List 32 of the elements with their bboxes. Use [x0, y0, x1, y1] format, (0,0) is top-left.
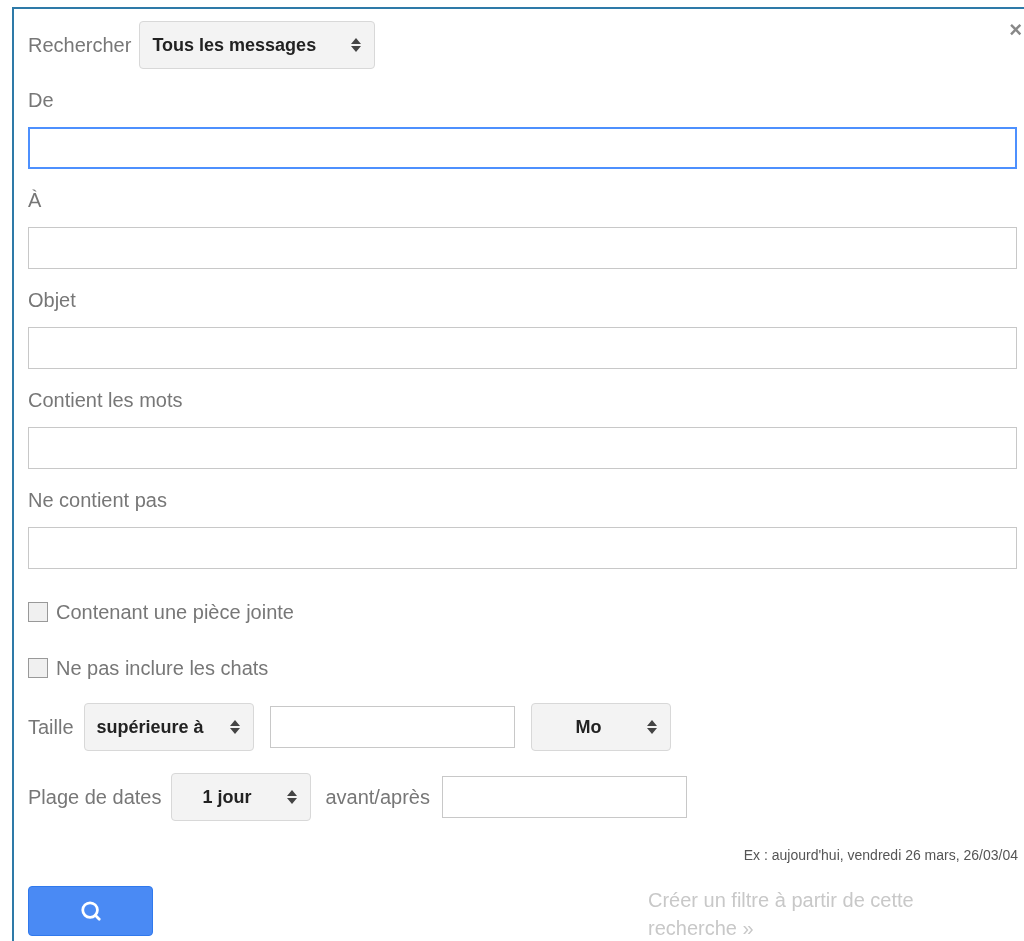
checkbox[interactable]	[28, 658, 48, 678]
field-label: Objet	[28, 288, 77, 313]
field-label: Ne contient pas	[28, 488, 168, 513]
text-field[interactable]	[28, 427, 1017, 469]
size-label: Taille	[28, 715, 74, 740]
text-field[interactable]	[28, 127, 1017, 169]
size-field[interactable]	[269, 706, 515, 748]
field-label: Contient les mots	[28, 388, 184, 413]
checkbox-label: Ne pas inclure les chats	[56, 656, 269, 681]
up-down-arrows-icon	[286, 789, 299, 805]
search-label: Rechercher	[28, 33, 132, 58]
text-field[interactable]	[28, 227, 1017, 269]
unit-select[interactable]: Mo	[530, 703, 671, 751]
size-comparator-select[interactable]: supérieure à	[83, 703, 254, 751]
text-field[interactable]	[28, 327, 1017, 369]
search-icon	[79, 900, 102, 922]
up-down-arrows-icon	[228, 719, 241, 735]
checkbox[interactable]	[28, 602, 48, 622]
date-hint: Ex : aujourd'hui, vendredi 26 mars, 26/03/04	[743, 846, 1018, 865]
date-range-select[interactable]: 1 jour	[171, 773, 312, 821]
scope-select[interactable]: Tous les messages	[139, 21, 376, 69]
field-label: De	[28, 88, 55, 113]
checkbox-label: Contenant une pièce jointe	[56, 600, 294, 625]
close-button[interactable]: ×	[1009, 19, 1022, 41]
text-field[interactable]	[28, 527, 1017, 569]
date-field[interactable]	[441, 776, 687, 818]
before-after-label: avant/après	[325, 785, 430, 810]
date-range-label: Plage de dates	[28, 785, 162, 810]
search-button[interactable]	[28, 886, 153, 936]
up-down-arrows-icon	[645, 719, 658, 735]
field-label: À	[28, 188, 43, 213]
up-down-arrows-icon	[350, 37, 363, 53]
